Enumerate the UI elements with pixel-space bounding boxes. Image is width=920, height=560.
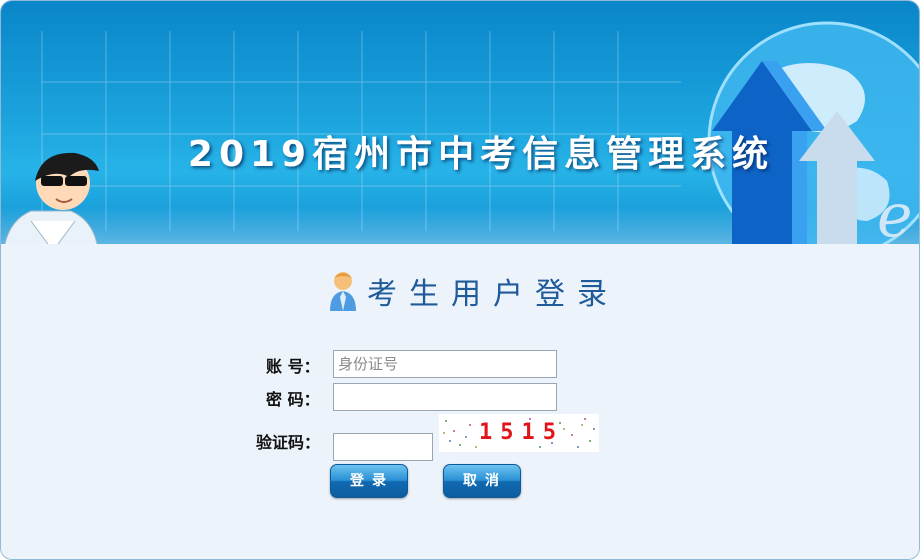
header-banner: e 2019宿州市中考信息管理系统 xyxy=(1,1,919,244)
login-window: e 2019宿州市中考信息管理系统 考生用户登录 账 号： 密 码： 验证码： xyxy=(0,0,920,560)
login-heading: 考生用户登录 xyxy=(329,269,619,313)
captcha-image[interactable]: 1515 xyxy=(439,414,599,452)
captcha-input[interactable] xyxy=(333,433,433,461)
user-icon xyxy=(330,272,356,311)
cancel-button[interactable]: 取消 xyxy=(443,464,521,498)
password-input[interactable] xyxy=(333,383,557,411)
system-title: 2019宿州市中考信息管理系统 xyxy=(187,134,775,175)
account-label: 账 号： xyxy=(266,357,320,376)
captcha-label: 验证码： xyxy=(256,433,321,452)
account-input[interactable] xyxy=(333,350,557,378)
svg-text:e: e xyxy=(877,181,913,244)
captcha-code: 1515 xyxy=(479,420,564,445)
login-heading-text: 考生用户登录 xyxy=(367,277,619,312)
person-cartoon-icon xyxy=(4,152,99,244)
login-button[interactable]: 登录 xyxy=(330,464,408,498)
password-label: 密 码： xyxy=(266,390,320,409)
